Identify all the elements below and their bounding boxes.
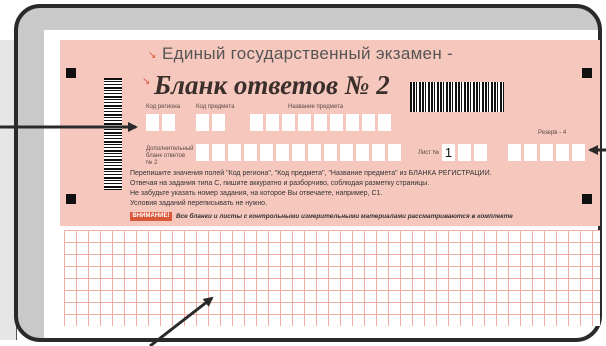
- region-code-cell[interactable]: [146, 114, 159, 131]
- additional-blank-cell[interactable]: [228, 144, 241, 161]
- attention-badge: ВНИМАНИЕ!: [130, 212, 172, 221]
- subject-code-cell[interactable]: [196, 114, 209, 131]
- title-arrow-icon: ↘: [142, 76, 151, 87]
- instruction-line: Не забудьте указать номер задания, на ко…: [130, 190, 383, 197]
- subject-name-cell[interactable]: [362, 114, 375, 131]
- form-header-panel: [60, 40, 600, 226]
- subject-name-cell[interactable]: [282, 114, 295, 131]
- additional-blank-cell[interactable]: [308, 144, 321, 161]
- subject-name-cell[interactable]: [250, 114, 263, 131]
- sheet-number-label: Лист №: [418, 150, 440, 156]
- region-code-cell[interactable]: [162, 114, 175, 131]
- form-title: Бланк ответов № 2: [154, 70, 390, 100]
- exam-header: Единый государственный экзамен -: [162, 44, 453, 63]
- reserve-cell[interactable]: [556, 144, 569, 161]
- subject-name-cell[interactable]: [346, 114, 359, 131]
- subject-name-cell[interactable]: [330, 114, 343, 131]
- subject-name-cell[interactable]: [314, 114, 327, 131]
- sheet-number-cell[interactable]: [458, 144, 471, 161]
- reserve-cell[interactable]: [540, 144, 553, 161]
- subject-name-cell[interactable]: [298, 114, 311, 131]
- subject-name-cell[interactable]: [378, 114, 391, 131]
- sheet-number-cell[interactable]: 1: [442, 144, 455, 161]
- registration-marker-top-left: [66, 68, 76, 78]
- registration-marker-bottom-left: [66, 194, 76, 204]
- vertical-barcode: [104, 78, 122, 190]
- reserve-label: Резерв - 4: [538, 130, 567, 136]
- additional-blank-cell[interactable]: [292, 144, 305, 161]
- reserve-cell[interactable]: [572, 144, 585, 161]
- additional-blank-cell[interactable]: [196, 144, 209, 161]
- reserve-cell[interactable]: [524, 144, 537, 161]
- attention-note: Все бланки и листы с контрольными измери…: [176, 213, 513, 220]
- subject-code-label: Код предмета: [196, 104, 235, 110]
- sheet-number-cell[interactable]: [474, 144, 487, 161]
- additional-blank-cell[interactable]: [388, 144, 401, 161]
- registration-marker-top-right: [582, 68, 592, 78]
- additional-blank-cell[interactable]: [324, 144, 337, 161]
- region-code-label: Код региона: [146, 104, 181, 110]
- instruction-line: Отвечая на задания типа С, пишите аккура…: [130, 180, 430, 187]
- instruction-line: Условия заданий переписывать не нужно.: [130, 200, 268, 207]
- header-arrow-icon: ↘: [148, 50, 157, 61]
- reserve-cell[interactable]: [508, 144, 521, 161]
- registration-marker-bottom-right: [582, 194, 592, 204]
- additional-blank-label: Дополнительный бланк ответов № 2: [146, 146, 194, 166]
- additional-blank-cell[interactable]: [276, 144, 289, 161]
- additional-blank-cell[interactable]: [340, 144, 353, 161]
- subject-name-cell[interactable]: [266, 114, 279, 131]
- additional-blank-cell[interactable]: [260, 144, 273, 161]
- additional-blank-cell[interactable]: [212, 144, 225, 161]
- answer-grid[interactable]: [64, 230, 600, 326]
- subject-name-label: Название предмета: [288, 104, 344, 110]
- additional-blank-cell[interactable]: [244, 144, 257, 161]
- subject-code-cell[interactable]: [212, 114, 225, 131]
- horizontal-barcode: [410, 82, 504, 112]
- instruction-line: Перепишите значения полей "Код региона",…: [130, 170, 492, 177]
- additional-blank-cell[interactable]: [356, 144, 369, 161]
- additional-blank-cell[interactable]: [372, 144, 385, 161]
